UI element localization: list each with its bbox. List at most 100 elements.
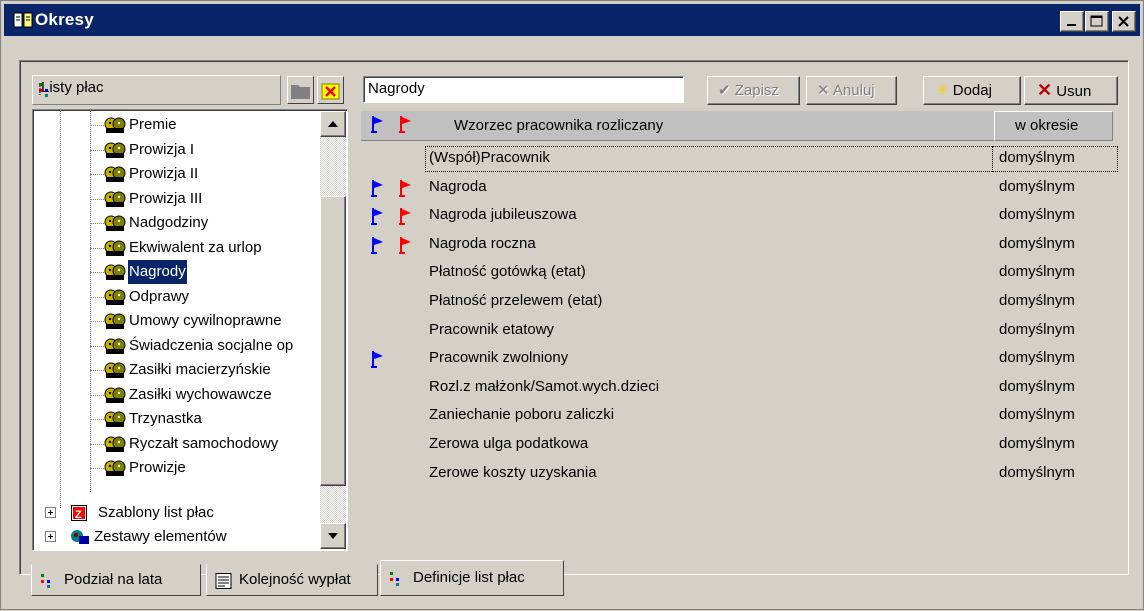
tree-line: [90, 223, 104, 224]
tree-line: [90, 110, 91, 492]
folder-button[interactable]: [287, 76, 314, 104]
table-row[interactable]: Płatność przelewem (etat) domyślnym: [361, 288, 1121, 316]
window-title: Okresy: [35, 10, 94, 29]
book-icon: [13, 12, 33, 28]
payroll-people-icon: [104, 117, 126, 133]
row-pattern-name: Zaniechanie poboru zaliczki: [429, 406, 615, 424]
blue-flag-icon: [371, 351, 383, 369]
table-row[interactable]: Nagroda domyślnym: [361, 174, 1121, 202]
tab-payroll-definitions[interactable]: Definicje list płac: [380, 560, 564, 596]
table-row[interactable]: Rozl.z małżonk/Samot.wych.dzieci domyślny…: [361, 374, 1121, 402]
maximize-button[interactable]: [1085, 11, 1109, 32]
delete-button[interactable]: ✕ Usun: [1024, 76, 1118, 105]
tree-scrollbar[interactable]: [320, 111, 346, 549]
table-row[interactable]: Pracownik etatowy domyślnym: [361, 317, 1121, 345]
template-icon: Z: [71, 505, 87, 521]
row-period: domyślnym: [999, 406, 1075, 424]
tree-list-icon: [41, 574, 50, 588]
payroll-people-icon: [104, 313, 126, 329]
row-pattern-name: Nagroda jubileuszowa: [429, 206, 577, 224]
table-row[interactable]: Pracownik zwolniony domyślnym: [361, 345, 1121, 373]
scroll-down-button[interactable]: [320, 523, 346, 549]
row-period: domyślnym: [999, 377, 1075, 395]
check-icon: ✔: [718, 82, 731, 99]
tab-years[interactable]: Podział na lata: [31, 564, 201, 596]
blue-flag-header-icon: [371, 116, 383, 133]
add-button[interactable]: ✳ Dodaj: [923, 76, 1021, 105]
expand-icon: [45, 531, 56, 542]
row-period: domyślnym: [999, 435, 1075, 452]
row-pattern-name: Płatność gotówką (etat): [429, 263, 586, 281]
tree-line: [90, 272, 104, 273]
tree-item-label: Prowizja III: [129, 189, 203, 207]
minimize-button[interactable]: [1060, 11, 1084, 32]
delete-label: Usun: [1056, 83, 1092, 100]
x-icon: ✕: [817, 82, 830, 99]
tab-label: Podział na lata: [64, 571, 163, 588]
tree-line: [90, 174, 104, 175]
tree-item-label: Zasiłki wychowawcze: [129, 385, 272, 403]
row-period: domyślnym: [999, 463, 1075, 481]
tab-payout-order[interactable]: Kolejność wypłat: [206, 564, 378, 596]
table-row[interactable]: Płatność gotówką (etat) domyślnym: [361, 259, 1121, 287]
delete-folder-icon: [321, 83, 340, 100]
title-bar[interactable]: Okresy: [4, 4, 1140, 36]
arrow-down-icon: [328, 533, 338, 539]
red-flag-header-icon: [399, 116, 411, 133]
tab-label: Kolejność wypłat: [239, 571, 351, 588]
payroll-people-icon: [104, 166, 126, 182]
tree-line: [90, 468, 104, 469]
row-pattern-name: Zerowa ulga podatkowa: [429, 435, 589, 452]
red-flag-icon: [399, 179, 411, 197]
scroll-up-button[interactable]: [320, 111, 346, 137]
arrow-up-icon: [328, 121, 338, 127]
red-flag-icon: [399, 208, 411, 226]
tab-label: Definicje list płac: [413, 569, 525, 586]
save-button[interactable]: ✔ Zapisz: [707, 76, 800, 105]
tree-item-label: Prowizja I: [129, 140, 195, 158]
row-pattern-name: Pracownik zwolniony: [429, 349, 569, 367]
tree-item-label: Trzynastka: [129, 410, 202, 427]
tree-root-label: Szablony list płac: [98, 504, 214, 521]
close-icon: [1118, 16, 1129, 27]
tree-line: [90, 296, 104, 298]
table-row[interactable]: Zaniechanie poboru zaliczki domyślnym: [361, 402, 1121, 430]
payroll-people-icon: [104, 289, 126, 305]
table-row[interactable]: Nagroda roczna domyślnym: [361, 231, 1121, 259]
tree-line: [90, 125, 104, 126]
tree-item-label: Świadczenia socjalne op: [129, 336, 294, 354]
table-row[interactable]: Zerowa ulga podatkowa domyślnym: [361, 431, 1121, 459]
table-row[interactable]: Nagroda jubileuszowa domyślnym: [361, 202, 1121, 230]
row-period: domyślnym: [999, 292, 1075, 309]
row-period: domyślnym: [999, 177, 1075, 195]
row-period: domyślnym: [999, 206, 1075, 224]
tree-line: [90, 247, 104, 249]
table-row[interactable]: Zerowe koszty uzyskania domyślnym: [361, 460, 1121, 488]
scroll-thumb[interactable]: [320, 196, 346, 486]
tree-root-label: Zestawy elementów: [94, 528, 227, 545]
delete-folder-button[interactable]: [317, 76, 344, 104]
payroll-people-icon: [104, 362, 126, 378]
payroll-people-icon: [104, 191, 126, 207]
elements-set-icon: [71, 530, 89, 544]
svg-text:Z: Z: [75, 509, 82, 521]
payroll-name-input[interactable]: Nagrody: [363, 76, 684, 103]
tree-line: [90, 345, 104, 347]
tree-item-label: Nadgodziny: [129, 214, 209, 231]
tree-item-label: Umowy cywilnoprawne: [129, 312, 282, 329]
tree-line: [90, 370, 104, 371]
payroll-people-icon: [104, 338, 126, 354]
cancel-button[interactable]: ✕ Anuluj: [806, 76, 897, 105]
tree-item-label: Nagrody: [127, 259, 188, 285]
table-row[interactable]: (Współ)Pracownik domyślnym: [361, 145, 1121, 173]
payroll-people-icon: [104, 436, 126, 452]
tree-item-label: Prowizje: [129, 459, 186, 476]
maximize-icon: [1090, 15, 1103, 27]
close-button[interactable]: [1112, 11, 1136, 32]
row-period: domyślnym: [999, 263, 1075, 281]
column-period-header[interactable]: w okresie: [1015, 117, 1078, 134]
row-pattern-name: Pracownik etatowy: [429, 320, 555, 338]
column-pattern-header[interactable]: Wzorzec pracownika rozliczany: [454, 117, 663, 134]
tree-line: [90, 149, 104, 151]
payroll-tree[interactable]: Premie Prowizja I Prowizja II Prowizja III N…: [32, 109, 348, 551]
